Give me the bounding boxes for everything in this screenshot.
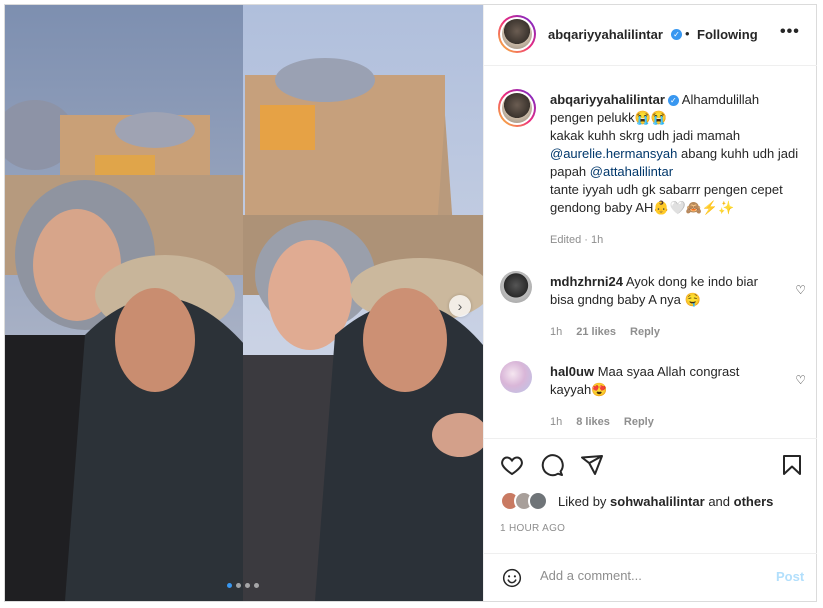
caption-line: tante iyyah udh gk sabarrr pengen cepet … bbox=[550, 182, 783, 215]
comment-meta: 1h 8 likes Reply bbox=[550, 416, 654, 428]
heart-icon[interactable]: ♡ bbox=[795, 373, 806, 387]
others-link[interactable]: others bbox=[734, 494, 774, 509]
post-header: abqariyyahalilintar ✓ • Following ••• bbox=[484, 5, 817, 66]
commenter-username[interactable]: hal0uw bbox=[550, 364, 594, 379]
mention-link[interactable]: @aurelie.hermansyah bbox=[550, 146, 677, 161]
add-comment-bar: Post bbox=[484, 553, 817, 602]
post-comment-button[interactable]: Post bbox=[776, 569, 804, 584]
likes-connector: and bbox=[708, 494, 731, 509]
comment-time: 1h bbox=[550, 326, 563, 338]
heart-icon[interactable]: ♡ bbox=[795, 283, 806, 297]
photo-image bbox=[5, 5, 483, 601]
comment-time: 1h bbox=[550, 416, 563, 428]
mention-link[interactable]: @attahalilintar bbox=[590, 164, 673, 179]
carousel-dot bbox=[245, 583, 250, 588]
reply-button[interactable]: Reply bbox=[624, 416, 654, 428]
reply-button[interactable]: Reply bbox=[630, 326, 660, 338]
commenter-avatar[interactable] bbox=[500, 361, 532, 393]
smiley-icon[interactable] bbox=[502, 568, 522, 588]
post-timestamp: 1 HOUR AGO bbox=[500, 523, 566, 534]
following-button[interactable]: Following bbox=[697, 27, 758, 42]
caption-avatar[interactable] bbox=[498, 89, 536, 127]
carousel-dot bbox=[254, 583, 259, 588]
comment-item: hal0uw Maa syaa Allah congrast kayyah😍 1… bbox=[496, 361, 806, 433]
separator-dot: • bbox=[685, 26, 690, 41]
carousel-dot bbox=[227, 583, 232, 588]
verified-icon: ✓ bbox=[671, 29, 682, 40]
author-username[interactable]: abqariyyahalilintar bbox=[548, 27, 663, 42]
likes-summary: Liked by sohwahalilintar and others bbox=[500, 491, 810, 513]
commenter-username[interactable]: mdhzhrni24 bbox=[550, 274, 623, 289]
caption-username[interactable]: abqariyyahalilintar bbox=[550, 92, 665, 107]
carousel-next-button[interactable]: › bbox=[449, 295, 471, 317]
carousel-indicator bbox=[227, 583, 259, 588]
likes-prefix: Liked by bbox=[558, 494, 607, 509]
commenter-avatar[interactable] bbox=[500, 271, 532, 303]
author-avatar[interactable] bbox=[498, 15, 536, 53]
comment-meta: 1h 21 likes Reply bbox=[550, 326, 660, 338]
post-actions bbox=[484, 438, 817, 489]
comment-likes[interactable]: 8 likes bbox=[576, 416, 610, 428]
bookmark-icon[interactable] bbox=[780, 453, 804, 477]
liker-username[interactable]: sohwahalilintar bbox=[610, 494, 705, 509]
chevron-right-icon: › bbox=[457, 298, 463, 314]
comment-icon[interactable] bbox=[540, 453, 564, 477]
caption-meta: Edited · 1h bbox=[550, 234, 604, 246]
likes-text: Liked by sohwahalilintar and others bbox=[558, 494, 773, 509]
share-icon[interactable] bbox=[580, 453, 604, 477]
post-photo[interactable]: › bbox=[5, 5, 483, 601]
comment-input[interactable] bbox=[538, 567, 752, 584]
caption-text: abqariyyahalilintar ✓ Alhamdulillah penge… bbox=[550, 91, 806, 249]
carousel-dot bbox=[236, 583, 241, 588]
verified-icon: ✓ bbox=[667, 95, 679, 107]
comment-text: mdhzhrni24 Ayok dong ke indo biar bisa g… bbox=[550, 273, 770, 309]
post-sidebar: abqariyyahalilintar ✓ • Following ••• ab… bbox=[483, 5, 817, 601]
comment-likes[interactable]: 21 likes bbox=[576, 326, 616, 338]
caption-line: kakak kuhh skrg udh jadi mamah bbox=[550, 128, 741, 143]
heart-icon[interactable] bbox=[500, 453, 524, 477]
liker-avatar[interactable] bbox=[528, 491, 548, 511]
comment-text: hal0uw Maa syaa Allah congrast kayyah😍 bbox=[550, 363, 770, 399]
comment-item: mdhzhrni24 Ayok dong ke indo biar bisa g… bbox=[496, 271, 806, 343]
more-options-icon[interactable]: ••• bbox=[780, 23, 800, 41]
post-dialog: › abqariyyahalilintar ✓ • Following ••• … bbox=[4, 4, 817, 602]
